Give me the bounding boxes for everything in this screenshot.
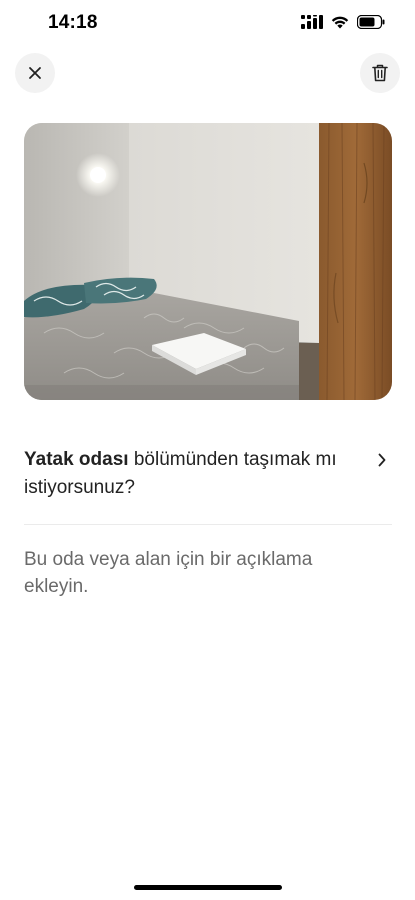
move-room-text: Yatak odası bölümünden taşımak mı istiyo…: [24, 446, 354, 502]
cellular-signal-icon: [301, 15, 323, 29]
room-description-input[interactable]: Bu oda veya alan için bir açıklama ekley…: [24, 546, 344, 600]
move-room-row[interactable]: Yatak odası bölümünden taşımak mı istiyo…: [24, 446, 392, 506]
divider: [24, 524, 392, 525]
status-time: 14:18: [48, 12, 98, 33]
room-photo[interactable]: [24, 123, 392, 400]
close-icon: [29, 67, 41, 79]
status-bar: 14:18: [0, 0, 415, 48]
chevron-right-icon: [378, 453, 386, 467]
wifi-icon: [331, 16, 349, 29]
delete-button[interactable]: [360, 53, 400, 93]
home-indicator: [134, 885, 282, 890]
room-name: Yatak odası: [24, 449, 129, 470]
trash-icon: [372, 64, 388, 82]
battery-icon: [357, 15, 385, 29]
status-icons: [301, 15, 385, 29]
close-button[interactable]: [15, 53, 55, 93]
